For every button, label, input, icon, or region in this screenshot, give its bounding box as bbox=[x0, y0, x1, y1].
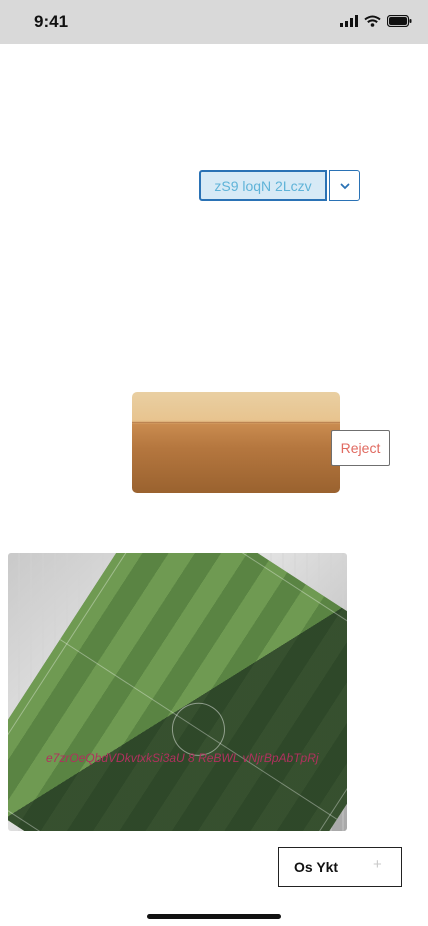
home-indicator bbox=[147, 914, 281, 919]
pitch-lines bbox=[8, 553, 347, 831]
status-bar: 9:41 bbox=[0, 0, 428, 44]
signal-icon bbox=[340, 14, 358, 32]
split-button[interactable]: zS9 loqN 2Lczv bbox=[199, 170, 360, 201]
split-button-main[interactable]: zS9 loqN 2Lczv bbox=[199, 170, 327, 201]
split-button-label: zS9 loqN 2Lczv bbox=[214, 177, 312, 194]
stadium-caption: e7zrOeQbdVDkvtxkSi3aU 8 ReBWL vNjrBpAbTp… bbox=[46, 751, 319, 765]
wifi-icon bbox=[364, 14, 381, 32]
plus-icon: + bbox=[373, 856, 382, 873]
battery-icon bbox=[386, 14, 412, 32]
stadium-pitch bbox=[8, 553, 347, 831]
reject-button-label: Reject bbox=[340, 440, 381, 456]
split-button-toggle[interactable] bbox=[329, 170, 360, 201]
chevron-down-icon bbox=[340, 177, 350, 195]
status-icons bbox=[340, 14, 412, 32]
stadium-image: e7zrOeQbdVDkvtxkSi3aU 8 ReBWL vNjrBpAbTp… bbox=[8, 553, 347, 831]
desert-image bbox=[132, 392, 340, 493]
os-ykt-label: Os Ykt bbox=[294, 859, 339, 875]
status-time: 9:41 bbox=[34, 12, 69, 31]
os-ykt-button[interactable]: Os Ykt + bbox=[278, 847, 402, 887]
reject-button[interactable]: Reject bbox=[331, 430, 390, 466]
